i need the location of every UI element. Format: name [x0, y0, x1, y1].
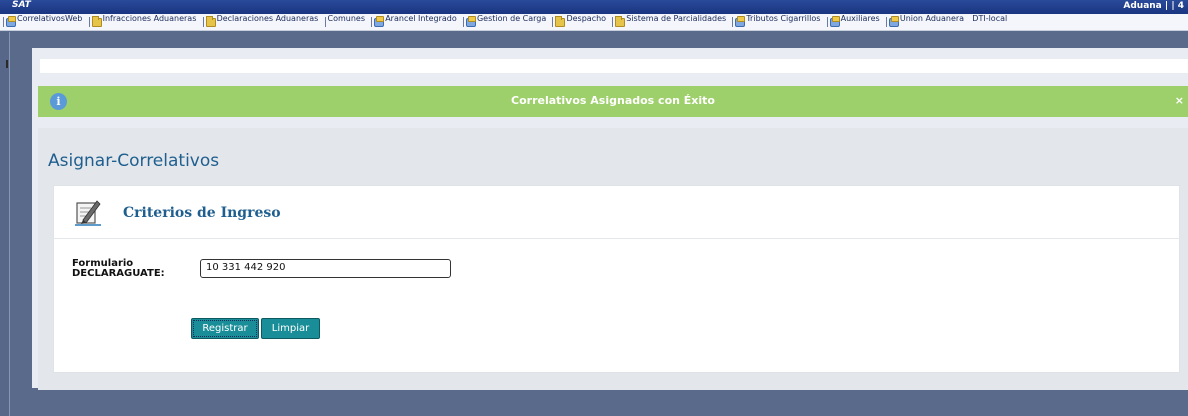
close-icon[interactable]: × — [1175, 94, 1184, 107]
user-context: Aduana | | 4 — [1123, 1, 1184, 11]
section-title: Criterios de Ingreso — [123, 205, 281, 221]
menu-separator — [732, 17, 734, 27]
menu-item-sistema-de-parcialidades[interactable]: Sistema de Parcialidades — [615, 14, 726, 30]
folder-icon — [91, 16, 102, 27]
register-button[interactable]: Registrar — [191, 318, 259, 339]
menu-separator — [826, 17, 828, 27]
gear-icon — [6, 16, 16, 27]
menu-separator — [202, 17, 204, 27]
menu-separator — [612, 17, 614, 27]
declaraguate-label: Formulario DECLARAGUATE: — [72, 258, 165, 279]
menu-separator — [462, 17, 464, 27]
page-title: Asignar-Correlativos — [48, 151, 220, 171]
folder-icon — [615, 16, 626, 27]
menu-item-comunes[interactable]: Comunes — [328, 14, 366, 30]
left-frame-strip — [0, 32, 10, 416]
content-top-strip — [40, 59, 1188, 73]
menu-separator — [371, 17, 373, 27]
menu-separator — [324, 17, 326, 27]
sat-logo: SAT — [12, 0, 31, 10]
folder-icon — [205, 16, 216, 27]
gear-icon — [465, 16, 476, 27]
menu-separator — [885, 17, 887, 27]
gear-icon — [374, 16, 385, 27]
menu-item-declaraciones-aduaneras[interactable]: Declaraciones Aduaneras — [205, 14, 318, 30]
menu-item-union-aduanera[interactable]: Union Aduanera — [888, 14, 964, 30]
top-bar: SAT Aduana | | 4 — [0, 0, 1188, 14]
clear-button[interactable]: Limpiar — [261, 318, 320, 339]
menu-item-arancel-integrado[interactable]: Arancel Integrado — [374, 14, 457, 30]
menu-item-correlativosweb[interactable]: CorrelativosWeb — [6, 14, 82, 30]
declaraguate-input[interactable]: 10 331 442 920 — [200, 259, 451, 278]
menu-item-gestion-de-carga[interactable]: Gestion de Carga — [465, 14, 546, 30]
edit-form-icon — [75, 200, 101, 226]
menu-separator — [88, 17, 90, 27]
frame-handle[interactable] — [6, 60, 8, 68]
gear-icon — [829, 16, 840, 27]
menu-bar: CorrelativosWeb Infracciones Aduaneras D… — [0, 14, 1188, 31]
success-alert: i Correlativos Asignados con Éxito × — [38, 86, 1188, 117]
menu-item-infracciones-aduaneras[interactable]: Infracciones Aduaneras — [91, 14, 196, 30]
menu-separator — [3, 17, 4, 27]
menu-item-tributos-cigarrillos[interactable]: Tributos Cigarrillos — [735, 14, 820, 30]
menu-item-auxiliares[interactable]: Auxiliares — [829, 14, 880, 30]
menu-item-dti-local[interactable]: DTI-local — [972, 14, 1007, 30]
menu-item-despacho[interactable]: Despacho — [555, 14, 606, 30]
alert-message: Correlativos Asignados con Éxito — [511, 94, 715, 107]
menu-separator — [552, 17, 554, 27]
gear-icon — [888, 16, 899, 27]
gear-icon — [735, 16, 746, 27]
folder-icon — [555, 16, 566, 27]
